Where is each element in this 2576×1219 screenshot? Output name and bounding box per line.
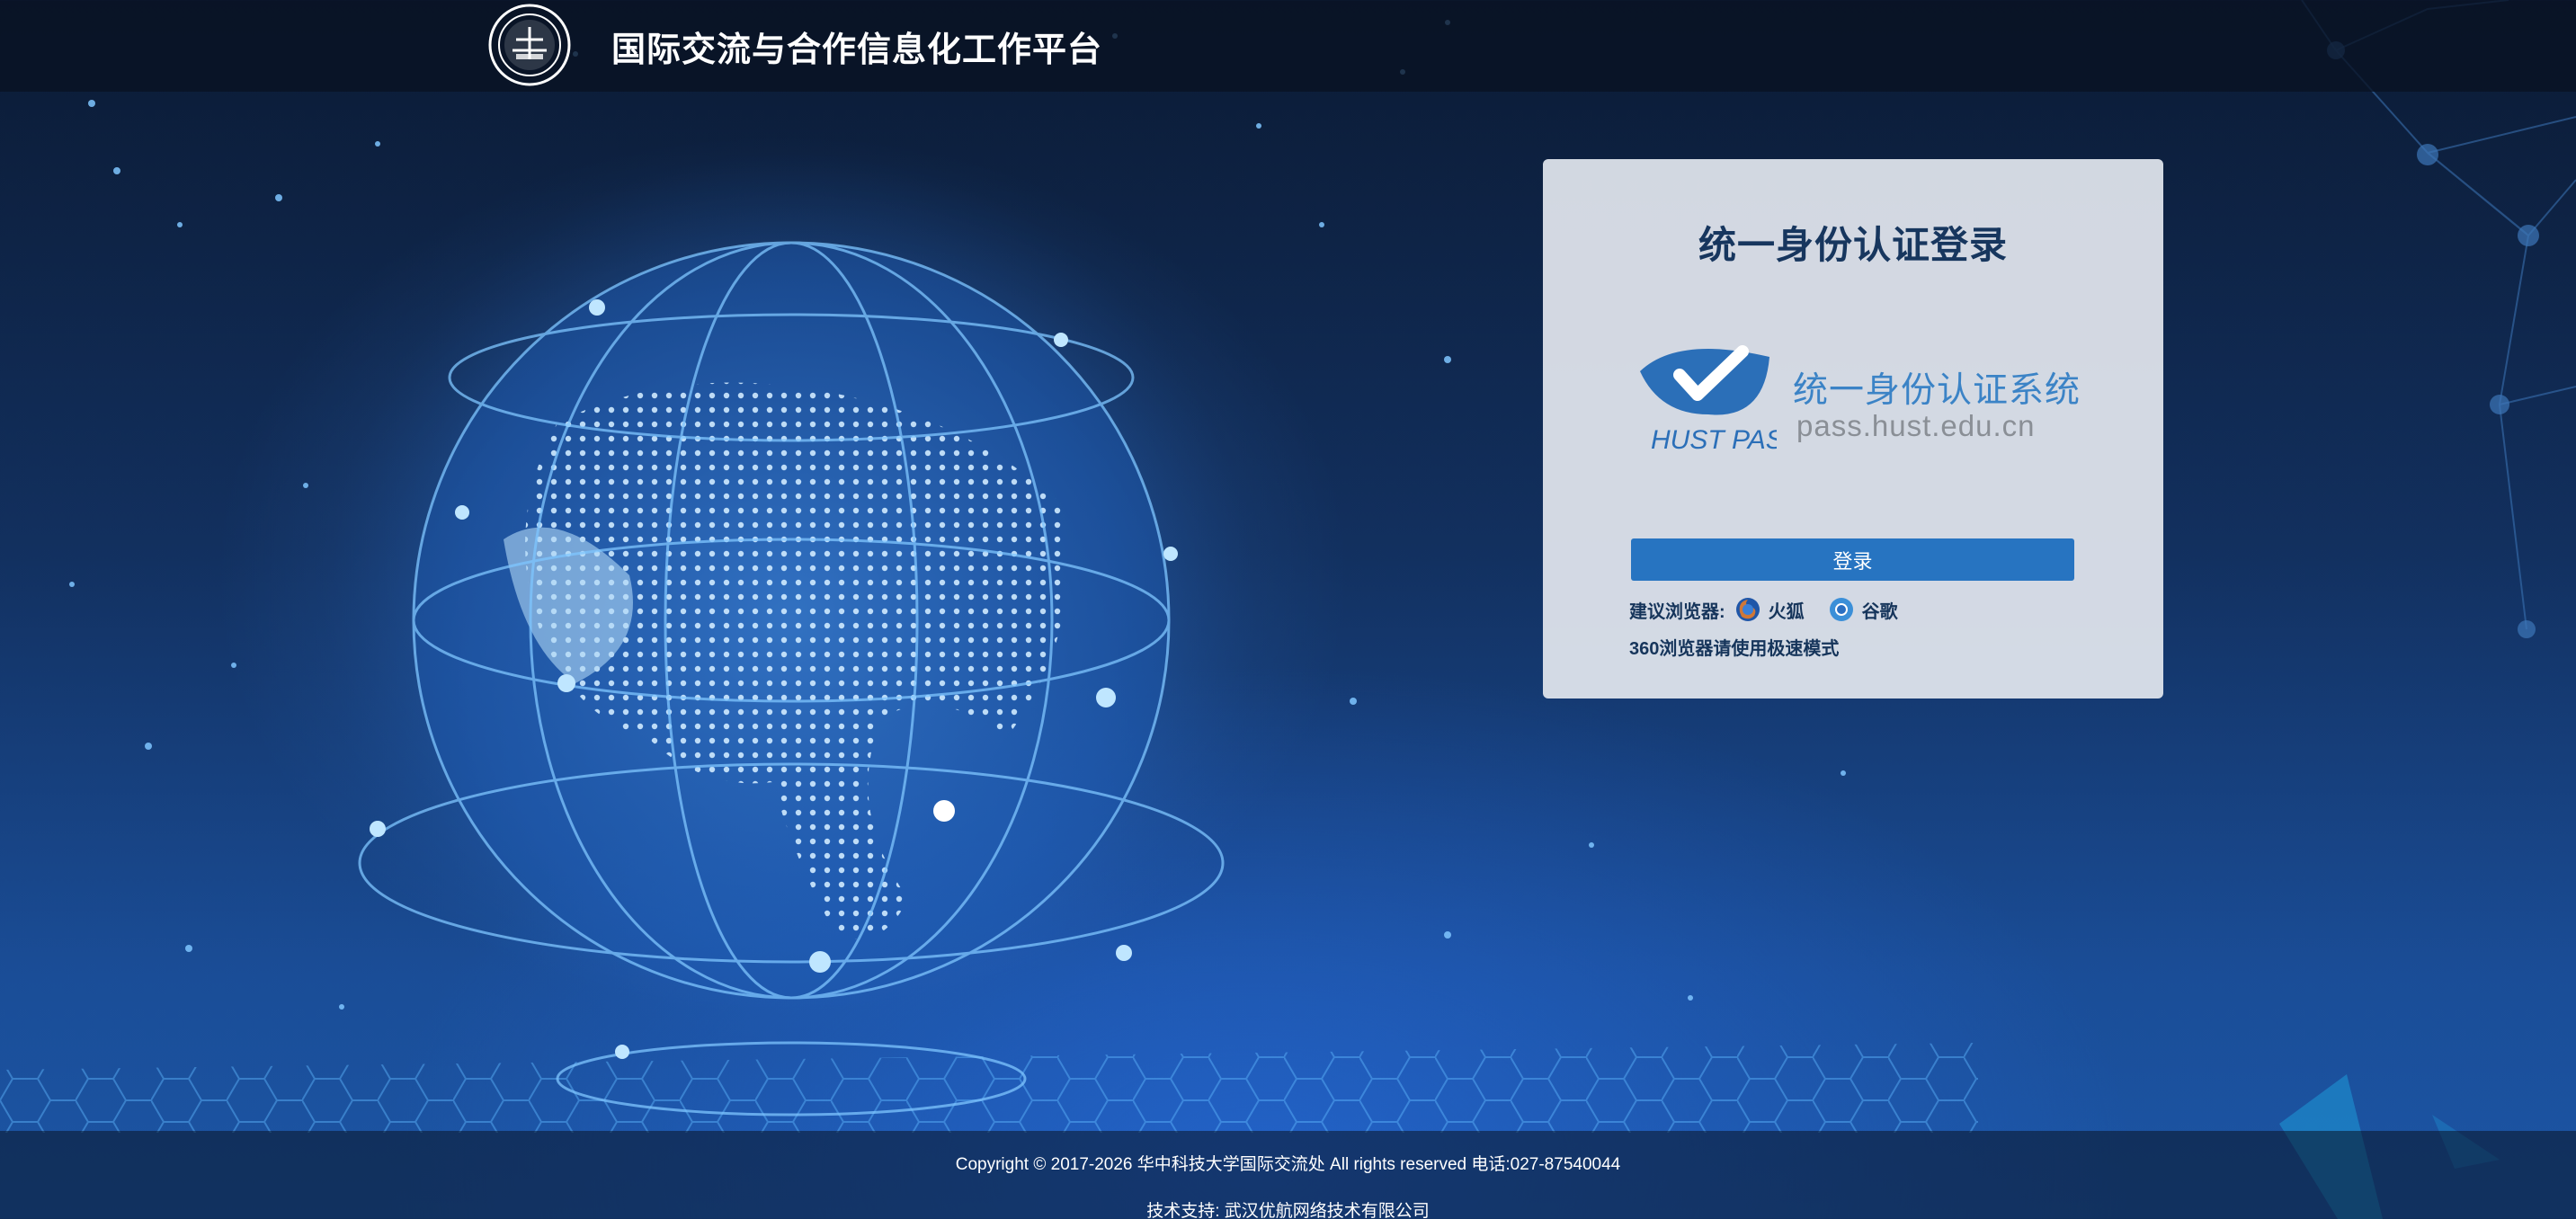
globe-background-illustration [0,0,2576,1219]
hustpass-logo-text: HUST PASS [1651,425,1777,455]
login-button[interactable]: 登录 [1631,538,2074,581]
auth-system-domain: pass.hust.edu.cn [1796,409,2036,442]
recommended-browsers: 建议浏览器: 火狐 谷歌 [1629,596,1912,623]
copyright-text: Copyright © 2017-2026 华中科技大学国际交流处 All ri… [955,1155,1621,1174]
university-seal-logo [488,4,571,86]
browser-chrome-label: 谷歌 [1861,601,1898,622]
browser-label: 建议浏览器: [1629,601,1725,622]
browser-compat-note: 360浏览器请使用极速模式 [1629,639,1840,659]
auth-system-name: 统一身份认证系统 [1793,371,2081,410]
site-title: 国际交流与合作信息化工作平台 [611,31,1103,69]
tech-support-text: 技术支持: 武汉优航网络技术有限公司 [1146,1202,1430,1219]
login-heading: 统一身份认证登录 [1698,224,2008,266]
login-card: 统一身份认证登录 HUST PASS 统一身份认证系统 pass.hust.ed… [1543,159,2163,698]
hustpass-logo: HUST PASS [1640,345,1777,455]
browser-firefox-label: 火狐 [1768,601,1805,622]
firefox-icon [1735,598,1760,621]
footer: Copyright © 2017-2026 华中科技大学国际交流处 All ri… [0,1131,2576,1219]
top-header: 国际交流与合作信息化工作平台 [0,0,2576,92]
chrome-icon [1829,598,1853,621]
